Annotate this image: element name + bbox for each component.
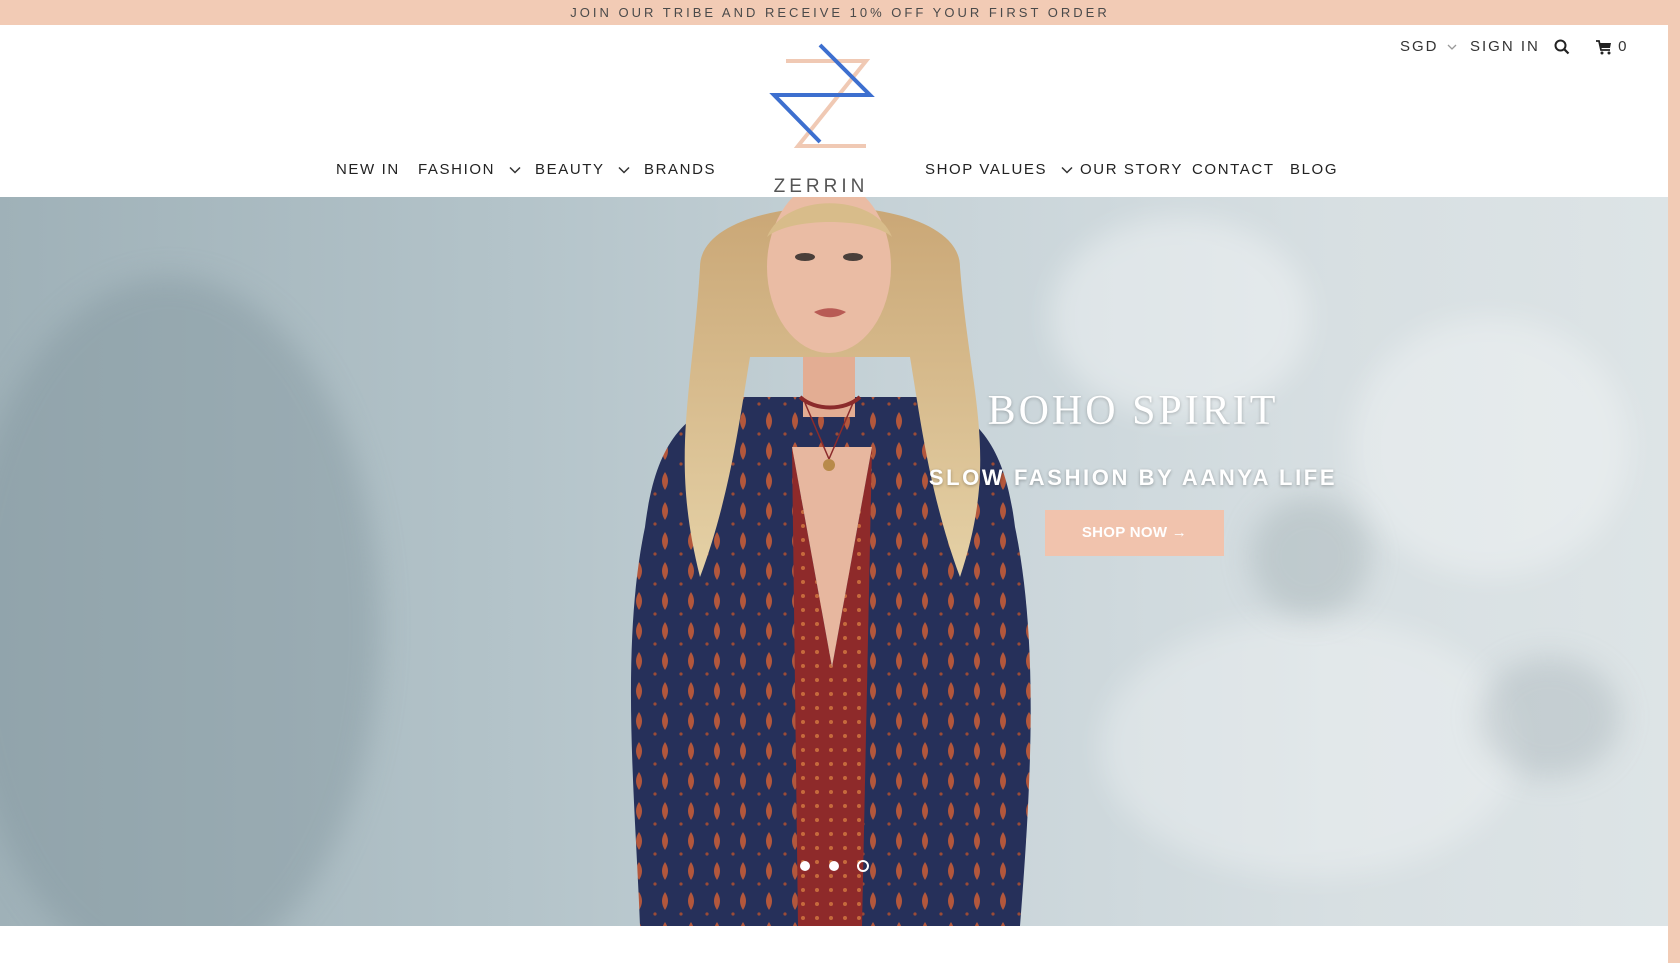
search-icon bbox=[1554, 39, 1570, 55]
nav-label: OUR STORY bbox=[1080, 161, 1184, 178]
hero-model-image bbox=[630, 197, 1031, 926]
nav-shop-values[interactable]: SHOP VALUES bbox=[925, 160, 1073, 180]
nav-label: FASHION bbox=[418, 161, 496, 178]
search-button[interactable] bbox=[1554, 39, 1570, 55]
leaf-shadow bbox=[1480, 657, 1620, 777]
leaf-shadow bbox=[1250, 497, 1370, 617]
shop-now-button[interactable]: SHOP NOW → bbox=[1045, 510, 1224, 556]
slide-dot-1[interactable] bbox=[800, 861, 810, 871]
sign-in-link[interactable]: SIGN IN bbox=[1470, 37, 1540, 57]
cart-button[interactable]: 0 bbox=[1596, 37, 1629, 57]
currency-selector[interactable]: SGD bbox=[1400, 37, 1457, 57]
nav-new-in[interactable]: NEW IN bbox=[336, 160, 400, 180]
nav-blog[interactable]: BLOG bbox=[1290, 160, 1338, 180]
announcement-bar[interactable]: JOIN OUR TRIBE AND RECEIVE 10% OFF YOUR … bbox=[0, 0, 1680, 25]
brand-logo[interactable]: ZERRIN bbox=[766, 43, 876, 197]
site-header: ZERRIN SGD SIGN IN 0 NEW IN FASHION BEAU… bbox=[0, 25, 1668, 197]
slide-dot-2[interactable] bbox=[829, 861, 839, 871]
side-accent-strip bbox=[1668, 25, 1680, 963]
chevron-down-icon bbox=[1447, 44, 1457, 50]
light-patch bbox=[1350, 317, 1630, 577]
wall-shadow bbox=[0, 277, 380, 926]
nav-label: CONTACT bbox=[1192, 161, 1275, 178]
currency-value: SGD bbox=[1400, 38, 1439, 55]
nav-fashion[interactable]: FASHION bbox=[418, 160, 521, 180]
hero-subtitle: SLOW FASHION BY AANYA LIFE bbox=[928, 465, 1338, 490]
sign-in-label: SIGN IN bbox=[1470, 38, 1540, 55]
light-patch bbox=[1100, 617, 1520, 877]
nav-brands[interactable]: BRANDS bbox=[644, 160, 716, 180]
chevron-down-icon bbox=[509, 167, 521, 174]
nav-label: SHOP VALUES bbox=[925, 161, 1048, 178]
nav-label: NEW IN bbox=[336, 161, 400, 178]
nav-our-story[interactable]: OUR STORY bbox=[1080, 160, 1183, 180]
chevron-down-icon bbox=[1061, 167, 1073, 174]
cart-count: 0 bbox=[1618, 38, 1629, 56]
nav-contact[interactable]: CONTACT bbox=[1192, 160, 1275, 180]
slide-dot-3-active[interactable] bbox=[857, 860, 869, 872]
cart-icon bbox=[1596, 40, 1611, 55]
brand-name: ZERRIN bbox=[773, 176, 869, 197]
announcement-text: JOIN OUR TRIBE AND RECEIVE 10% OFF YOUR … bbox=[570, 5, 1110, 20]
nav-label: BEAUTY bbox=[535, 161, 605, 178]
nav-label: BRANDS bbox=[644, 161, 717, 178]
nav-beauty[interactable]: BEAUTY bbox=[535, 160, 630, 180]
chevron-down-icon bbox=[618, 167, 630, 174]
hero-title: BOHO SPIRIT bbox=[987, 388, 1279, 434]
zerrin-logo-mark-icon bbox=[769, 43, 875, 148]
nav-label: BLOG bbox=[1290, 161, 1339, 178]
hero-slideshow[interactable]: BOHO SPIRIT SLOW FASHION BY AANYA LIFE S… bbox=[0, 197, 1668, 926]
